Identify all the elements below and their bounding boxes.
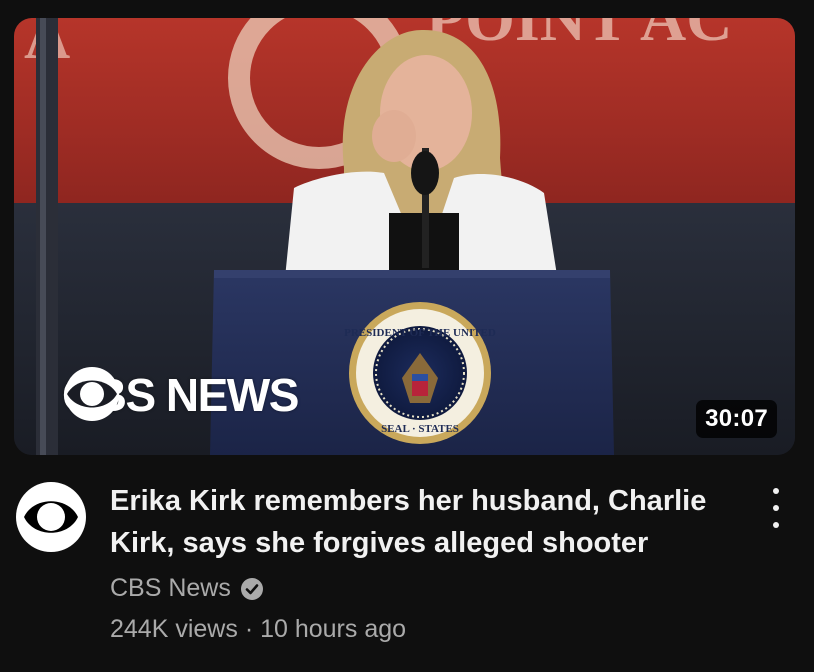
more-vert-icon[interactable] bbox=[762, 488, 790, 528]
view-count: 244K views bbox=[110, 615, 238, 643]
channel-avatar[interactable] bbox=[16, 482, 86, 552]
stats-separator: · bbox=[244, 615, 254, 643]
video-metadata: Erika Kirk remembers her husband, Charli… bbox=[110, 480, 750, 644]
seal-top-text: PRESIDENT OF THE UNITED bbox=[344, 327, 496, 339]
banner-text: POINT AC bbox=[426, 18, 732, 54]
seal-bottom-text: SEAL · STATES bbox=[381, 423, 459, 435]
cbs-eye-logo-icon bbox=[19, 485, 83, 549]
verified-badge-icon bbox=[240, 577, 263, 600]
video-duration-badge: 30:07 bbox=[696, 400, 777, 438]
cbs-news-watermark: CBS NEWS bbox=[62, 364, 299, 426]
channel-row: CBS News bbox=[110, 574, 750, 603]
video-thumbnail[interactable]: POINT AC A PRESIDENT OF THE UNITED SEAL … bbox=[14, 18, 795, 455]
published-time: 10 hours ago bbox=[260, 615, 407, 643]
video-stats: 244K views · 10 hours ago bbox=[110, 615, 750, 644]
channel-name[interactable]: CBS News bbox=[110, 574, 231, 603]
video-title[interactable]: Erika Kirk remembers her husband, Charli… bbox=[110, 480, 750, 564]
cbs-eye-icon bbox=[65, 367, 119, 421]
